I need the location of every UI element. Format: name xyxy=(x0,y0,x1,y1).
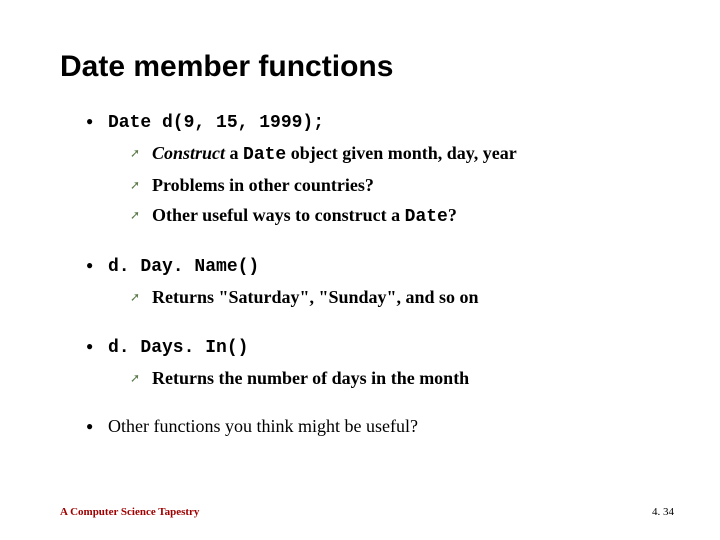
bullet-head-code: d. Days. In() xyxy=(108,338,248,358)
sub-bullet-item: Problems in other countries? xyxy=(130,172,660,198)
sub-bullet-list: Construct a Date object given month, day… xyxy=(108,140,660,230)
slide: Date member functions Date d(9, 15, 1999… xyxy=(0,0,720,540)
text-run: Returns the number of days in the month xyxy=(152,368,469,388)
text-run: object given month, day, year xyxy=(286,143,516,163)
slide-title: Date member functions xyxy=(60,50,660,84)
bullet-item: Other functions you think might be usefu… xyxy=(86,413,660,439)
bullet-item: d. Day. Name() Returns "Saturday", "Sunda… xyxy=(86,252,660,310)
text-run: Other useful ways to construct a xyxy=(152,205,405,225)
text-run: a xyxy=(225,143,243,163)
bullet-head-text: Other functions you think might be usefu… xyxy=(108,416,418,436)
sub-bullet-item: Returns "Saturday", "Sunday", and so on xyxy=(130,284,660,310)
text-run: Date xyxy=(405,207,448,227)
bullet-list: Date d(9, 15, 1999); Construct a Date obj… xyxy=(60,108,660,439)
text-run: Date xyxy=(243,145,286,165)
text-run: Construct xyxy=(152,143,225,163)
sub-bullet-list: Returns "Saturday", "Sunday", and so on xyxy=(108,284,660,310)
sub-bullet-item: Other useful ways to construct a Date? xyxy=(130,202,660,230)
bullet-item: Date d(9, 15, 1999); Construct a Date obj… xyxy=(86,108,660,230)
bullet-head-code: d. Day. Name() xyxy=(108,257,259,277)
footer-left: A Computer Science Tapestry xyxy=(60,506,199,518)
sub-bullet-item: Returns the number of days in the month xyxy=(130,365,660,391)
text-run: ? xyxy=(448,205,457,225)
sub-bullet-item: Construct a Date object given month, day… xyxy=(130,140,660,168)
footer-right: 4. 34 xyxy=(652,506,674,518)
bullet-item: d. Days. In() Returns the number of days … xyxy=(86,333,660,391)
bullet-head-code: Date d(9, 15, 1999); xyxy=(108,113,324,133)
text-run: Problems in other countries? xyxy=(152,175,374,195)
sub-bullet-list: Returns the number of days in the month xyxy=(108,365,660,391)
text-run: Returns "Saturday", "Sunday", and so on xyxy=(152,287,479,307)
